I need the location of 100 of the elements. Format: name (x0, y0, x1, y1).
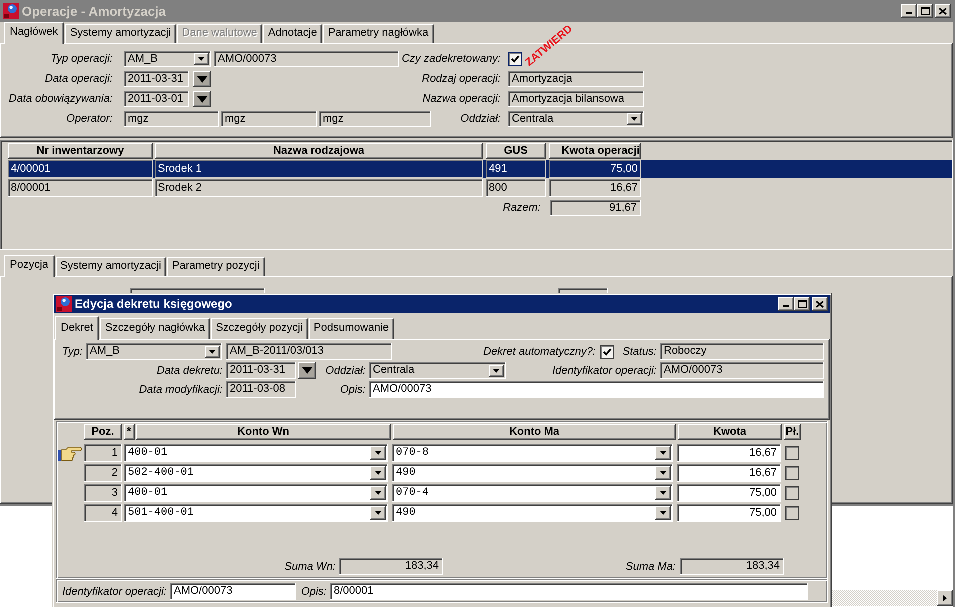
minimize-button[interactable] (901, 4, 917, 18)
field-label: Data modyfikacji: (139, 382, 223, 396)
table-cell: 4/00001 (8, 160, 153, 178)
minimize-button[interactable] (778, 297, 794, 311)
description-field[interactable]: AMO/00073 (369, 381, 824, 398)
table-cell: 75,00 (549, 160, 641, 178)
account-combo[interactable]: 400-01 (124, 484, 388, 502)
column-header[interactable]: Kwota (678, 424, 782, 440)
document-number-field[interactable]: AM_B-2011/03/013 (226, 343, 392, 360)
dropdown-button[interactable] (370, 446, 386, 460)
close-icon (939, 8, 947, 14)
amount-field[interactable]: 75,00 (677, 484, 781, 502)
account-combo[interactable]: 502-400-01 (124, 464, 388, 482)
operation-type-combo[interactable]: AM_B (124, 51, 211, 67)
scroll-right-button[interactable] (937, 590, 953, 606)
dropdown-button[interactable] (370, 486, 386, 500)
maximize-button[interactable] (794, 297, 810, 311)
operation-id-field[interactable]: AMO/00073 (660, 362, 824, 379)
dialog-title: Edycja dekretu księgowego (75, 297, 232, 311)
caret-down-icon (660, 491, 666, 495)
dropdown-button[interactable] (370, 466, 386, 480)
account-combo[interactable]: 070-8 (392, 444, 673, 462)
tab[interactable]: Systemy amortyzacji (56, 257, 166, 276)
operator-field[interactable]: mgz (124, 111, 219, 127)
column-header[interactable]: Pł. (784, 424, 801, 440)
date-field[interactable]: 2011-03-31 (124, 71, 189, 87)
operation-kind-field[interactable]: Amortyzacja (508, 71, 644, 87)
column-header[interactable]: * (124, 424, 135, 440)
dropdown-button[interactable] (205, 346, 220, 358)
account-combo[interactable]: 400-01 (124, 444, 388, 462)
checkbox[interactable] (785, 446, 799, 460)
tab[interactable]: Adnotacje (263, 24, 322, 43)
checkbox[interactable] (785, 466, 799, 480)
caret-down-icon (374, 471, 382, 475)
account-combo[interactable]: 490 (392, 504, 673, 522)
column-header[interactable]: Nazwa rodzajowa (155, 143, 483, 159)
account-combo[interactable]: 490 (392, 464, 673, 482)
tab[interactable]: Nagłówek (4, 22, 64, 44)
tab[interactable]: Podsumowanie (308, 318, 394, 339)
date-picker-button[interactable] (298, 362, 316, 379)
tab[interactable]: Dekret (55, 316, 100, 340)
tab[interactable]: Parametry nagłówka (323, 24, 434, 43)
maximize-button[interactable] (917, 4, 933, 18)
column-header[interactable]: GUS (486, 143, 546, 159)
column-header[interactable]: Nr inwentarzowy (8, 143, 153, 159)
branch-combo[interactable]: Centrala (369, 362, 506, 379)
table-cell: 8/00001 (8, 179, 153, 197)
date-picker-button[interactable] (193, 71, 211, 87)
tab[interactable]: Pozycja (4, 255, 55, 277)
close-button[interactable] (812, 297, 828, 311)
tab[interactable]: Szczegóły pozycji (211, 318, 308, 339)
close-icon (816, 300, 824, 308)
amount-field[interactable]: 75,00 (677, 504, 781, 522)
tab[interactable]: Systemy amortyzacji (65, 24, 176, 43)
checkbox[interactable] (785, 506, 799, 520)
tab[interactable]: Parametry pozycji (167, 257, 265, 276)
checkbox[interactable] (600, 344, 614, 358)
branch-combo[interactable]: Centrala (508, 111, 644, 127)
dropdown-button[interactable] (655, 466, 671, 480)
dropdown-button[interactable] (655, 446, 671, 460)
date-field[interactable]: 2011-03-01 (124, 91, 189, 107)
row-number-cell: 4 (84, 504, 122, 522)
date-field[interactable]: 2011-03-08 (226, 381, 296, 398)
operation-id-field[interactable]: AMO/00073 (170, 583, 296, 600)
caret-down-icon (660, 471, 666, 475)
field-label: Data operacji: (45, 72, 113, 86)
dropdown-button[interactable] (655, 506, 671, 520)
account-combo[interactable]: 501-400-01 (124, 504, 388, 522)
column-header[interactable]: Poz. (84, 424, 122, 440)
close-button[interactable] (935, 4, 951, 18)
checkbox[interactable] (508, 52, 522, 66)
column-header[interactable]: Kwota operacji (549, 143, 641, 159)
date-picker-button[interactable] (193, 91, 211, 107)
dropdown-button[interactable] (194, 53, 209, 65)
checkmark-icon (510, 55, 520, 63)
status-field[interactable]: Roboczy (660, 343, 824, 360)
dropdown-button[interactable] (370, 506, 386, 520)
tab[interactable]: Szczegóły nagłówka (100, 318, 210, 339)
horizontal-scrollbar[interactable] (831, 590, 937, 606)
checkbox[interactable] (785, 486, 799, 500)
dropdown-button[interactable] (655, 486, 671, 500)
table-row[interactable]: 4/00001 Srodek 1 491 75,00 (8, 160, 952, 178)
column-header[interactable]: Konto Ma (393, 424, 676, 440)
document-number-field[interactable]: AMO/00073 (214, 51, 399, 67)
caret-down-icon (209, 350, 216, 354)
description-field[interactable]: 8/00001 (330, 583, 808, 600)
dropdown-button[interactable] (627, 113, 642, 125)
account-combo[interactable]: 070-4 (392, 484, 673, 502)
amount-field[interactable]: 16,67 (677, 444, 781, 462)
field-label: Typ: (62, 344, 83, 358)
column-header[interactable]: Konto Wn (136, 424, 391, 440)
type-combo[interactable]: AM_B (86, 343, 222, 360)
operator-field[interactable]: mgz (319, 111, 431, 127)
field-label: Status: (622, 344, 657, 358)
operation-name-field[interactable]: Amortyzacja bilansowa (508, 91, 644, 107)
operator-field[interactable]: mgz (221, 111, 317, 127)
dropdown-button[interactable] (489, 364, 504, 376)
amount-field[interactable]: 16,67 (677, 464, 781, 482)
date-field[interactable]: 2011-03-31 (226, 362, 296, 379)
table-row[interactable]: 8/00001 Srodek 2 800 16,67 (8, 179, 952, 197)
